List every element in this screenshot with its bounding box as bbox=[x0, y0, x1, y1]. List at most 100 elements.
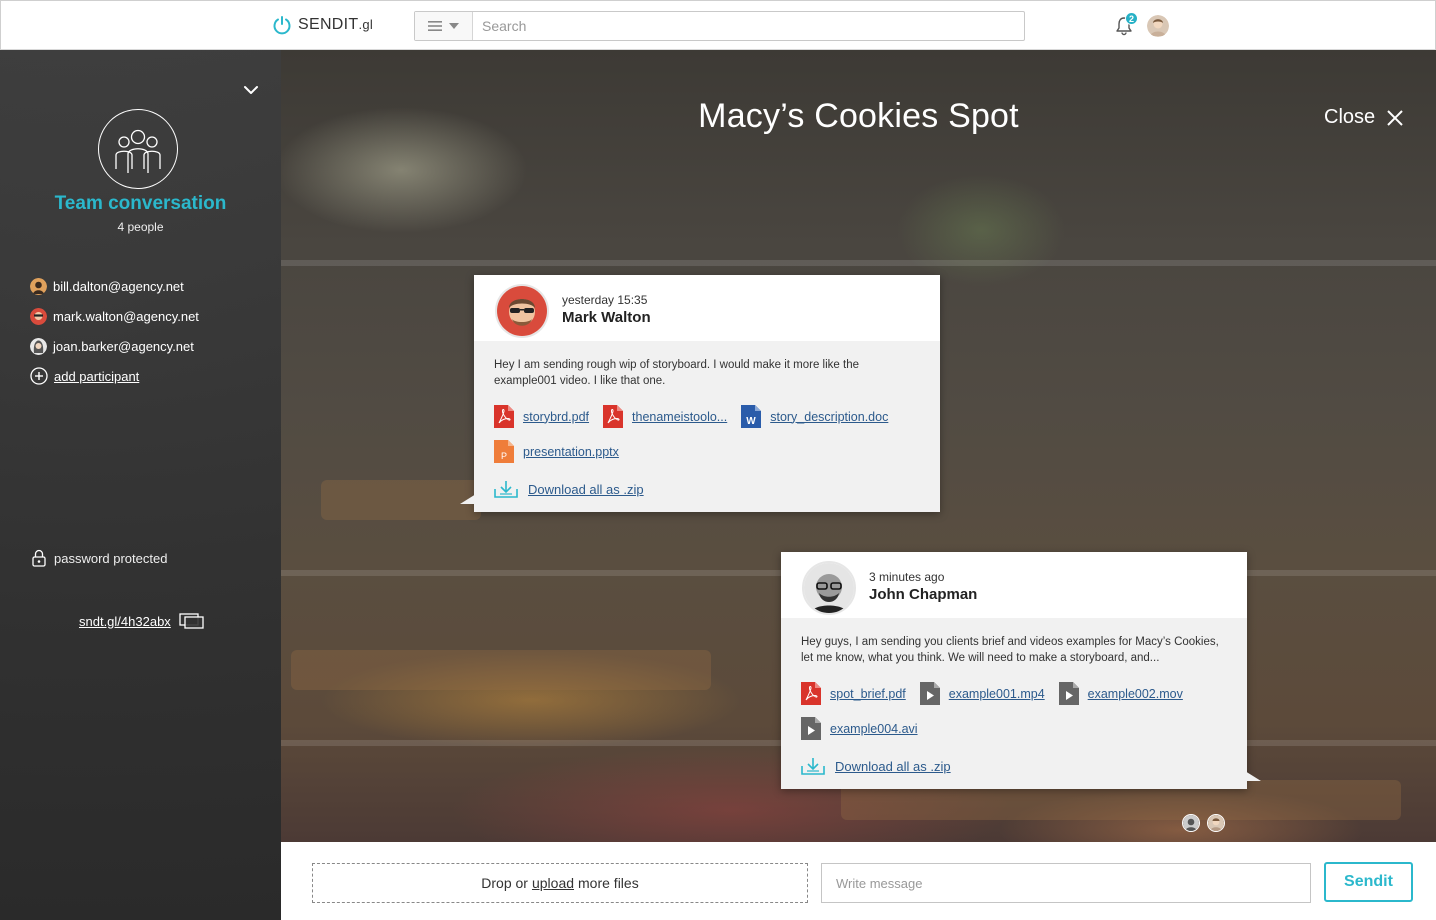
download-zip-label: Download all as .zip bbox=[528, 481, 644, 497]
attachment-name: presentation.pptx bbox=[523, 444, 619, 459]
message-time: 3 minutes ago bbox=[869, 570, 945, 584]
power-icon bbox=[273, 16, 291, 35]
message-body: Hey I am sending rough wip of storyboard… bbox=[474, 341, 940, 512]
attachment-list: storybrd.pdf thenameistoolo... W story_d… bbox=[494, 405, 920, 463]
message-text: Hey guys, I am sending you clients brief… bbox=[801, 636, 1219, 664]
attachment-list: spot_brief.pdf example001.mp4 example002… bbox=[801, 682, 1227, 740]
add-participant-button[interactable]: add participant bbox=[30, 361, 199, 391]
bubble-tail bbox=[460, 494, 476, 504]
video-file-icon bbox=[1058, 682, 1079, 705]
close-button[interactable]: Close bbox=[1324, 106, 1403, 129]
attachment-item[interactable]: P presentation.pptx bbox=[494, 440, 619, 463]
attachment-item[interactable]: spot_brief.pdf bbox=[801, 682, 906, 705]
conversation-title: Macy’s Cookies Spot bbox=[698, 97, 1019, 135]
participant-item[interactable]: mark.walton@agency.net bbox=[30, 301, 199, 331]
video-file-icon bbox=[801, 717, 821, 740]
attachment-item[interactable]: example004.avi bbox=[801, 717, 918, 740]
attachment-name: storybrd.pdf bbox=[523, 409, 590, 424]
plus-circle-icon bbox=[30, 367, 48, 385]
attachment-item[interactable]: thenameistoolo... bbox=[603, 405, 727, 428]
file-drop-zone[interactable]: Drop or upload more files bbox=[312, 863, 808, 903]
background-tray bbox=[321, 480, 481, 520]
hamburger-icon bbox=[428, 21, 442, 31]
short-link[interactable]: sndt.gl/4h32abx bbox=[79, 614, 171, 629]
team-avatar bbox=[98, 109, 178, 189]
pdf-file-icon bbox=[603, 405, 624, 428]
attachment-item[interactable]: example001.mp4 bbox=[919, 682, 1045, 705]
svg-text:W: W bbox=[746, 416, 756, 427]
search-filter-menu[interactable] bbox=[415, 12, 473, 40]
participant-list: bill.dalton@agency.net mark.walton@agenc… bbox=[30, 271, 199, 391]
attachment-name: spot_brief.pdf bbox=[830, 686, 906, 701]
download-icon bbox=[801, 758, 825, 775]
attachment-name: thenameistoolo... bbox=[632, 409, 728, 424]
logo-text: SENDIT bbox=[298, 16, 359, 33]
message-author: John Chapman bbox=[869, 586, 978, 603]
attachment-item[interactable]: example002.mov bbox=[1058, 682, 1183, 705]
attachment-item[interactable]: storybrd.pdf bbox=[494, 405, 589, 428]
add-participant-label: add participant bbox=[54, 368, 140, 384]
message-input[interactable] bbox=[821, 863, 1311, 903]
message-text: Hey I am sending rough wip of storyboard… bbox=[494, 359, 859, 387]
password-protected: password protected bbox=[32, 549, 167, 567]
attachment-name: example002.mov bbox=[1087, 686, 1183, 701]
message-author: Mark Walton bbox=[562, 309, 651, 326]
notification-badge: 2 bbox=[1125, 12, 1138, 25]
message-header: yesterday 15:35 Mark Walton bbox=[474, 275, 940, 341]
seen-by-avatar bbox=[1207, 814, 1225, 832]
pdf-file-icon bbox=[801, 682, 821, 705]
team-title: Team conversation bbox=[54, 193, 227, 214]
participant-item[interactable]: joan.barker@agency.net bbox=[30, 331, 199, 361]
message-header: 3 minutes ago John Chapman bbox=[781, 552, 1247, 618]
logo[interactable]: SENDIT.gl bbox=[272, 15, 373, 35]
author-avatar[interactable] bbox=[802, 561, 856, 615]
message-time: yesterday 15:35 bbox=[562, 293, 648, 307]
video-file-icon bbox=[919, 682, 940, 705]
composer-bar: Drop or upload more files Sendit bbox=[281, 842, 1436, 920]
participant-item[interactable]: bill.dalton@agency.net bbox=[30, 271, 199, 301]
search-box bbox=[414, 11, 1025, 41]
password-label: password protected bbox=[54, 550, 168, 566]
participant-email: mark.walton@agency.net bbox=[53, 308, 199, 324]
user-avatar[interactable] bbox=[1147, 15, 1169, 37]
author-avatar[interactable] bbox=[495, 284, 549, 338]
drop-prefix: Drop or bbox=[481, 875, 528, 891]
attachment-name: story_description.doc bbox=[770, 409, 889, 424]
background-shelf bbox=[281, 260, 1436, 266]
close-icon bbox=[1387, 109, 1403, 126]
lock-icon bbox=[32, 549, 46, 567]
message-card: yesterday 15:35 Mark Walton Hey I am sen… bbox=[460, 275, 940, 512]
word-file-icon: W bbox=[741, 405, 762, 428]
seen-by-avatar bbox=[1182, 814, 1200, 832]
download-zip-label: Download all as .zip bbox=[835, 758, 951, 774]
participant-avatar bbox=[30, 277, 47, 295]
background-tray bbox=[291, 650, 711, 690]
participant-avatar bbox=[30, 337, 47, 355]
upload-link[interactable]: upload bbox=[532, 875, 574, 891]
search-input[interactable] bbox=[473, 12, 1024, 40]
download-zip-button[interactable]: Download all as .zip bbox=[494, 480, 920, 498]
chevron-down-icon[interactable] bbox=[243, 84, 259, 96]
powerpoint-file-icon: P bbox=[494, 440, 514, 463]
pdf-file-icon bbox=[494, 405, 514, 428]
attachment-item[interactable]: W story_description.doc bbox=[741, 405, 888, 428]
drop-suffix: more files bbox=[578, 875, 639, 891]
sidebar: Team conversation 4 people bill.dalton@a… bbox=[0, 50, 281, 920]
attachment-name: example001.mp4 bbox=[948, 686, 1045, 701]
copy-icon[interactable] bbox=[179, 613, 205, 629]
short-link-row: sndt.gl/4h32abx bbox=[79, 613, 205, 629]
top-bar: SENDIT.gl 2 bbox=[0, 0, 1436, 50]
attachment-name: example004.avi bbox=[830, 721, 918, 736]
participant-email: joan.barker@agency.net bbox=[53, 338, 194, 354]
bubble-tail bbox=[1245, 771, 1261, 781]
download-icon bbox=[494, 481, 518, 498]
sendit-button[interactable]: Sendit bbox=[1324, 862, 1413, 902]
participant-email: bill.dalton@agency.net bbox=[53, 278, 184, 294]
team-icon bbox=[114, 129, 161, 173]
participant-avatar bbox=[30, 307, 47, 325]
close-label: Close bbox=[1324, 106, 1376, 128]
download-zip-button[interactable]: Download all as .zip bbox=[801, 757, 1227, 775]
caret-down-icon bbox=[449, 23, 459, 29]
message-card: 3 minutes ago John Chapman Hey guys, I a… bbox=[781, 552, 1261, 789]
message-body: Hey guys, I am sending you clients brief… bbox=[781, 618, 1247, 789]
